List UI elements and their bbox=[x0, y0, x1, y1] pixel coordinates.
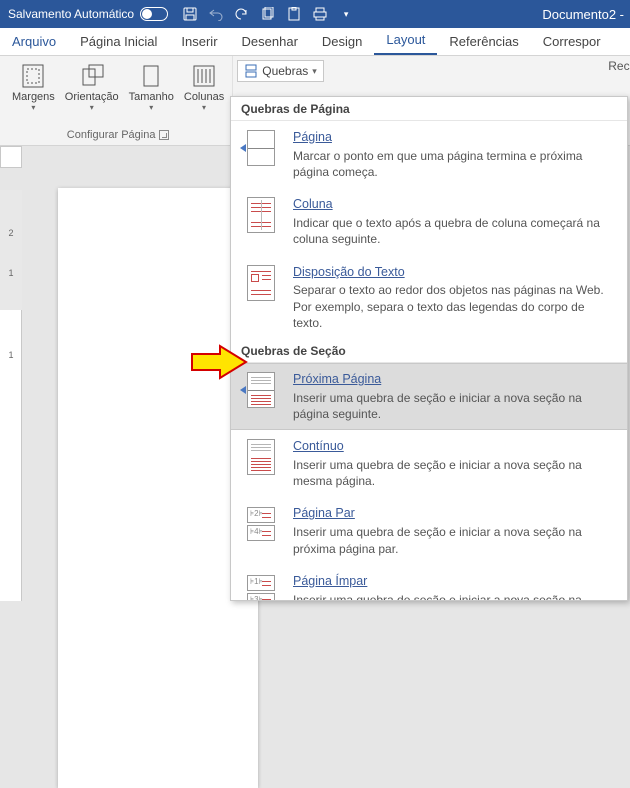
chevron-down-icon: ▾ bbox=[202, 103, 206, 112]
group-caption: Configurar Página bbox=[67, 129, 156, 141]
redo-icon[interactable] bbox=[234, 6, 250, 22]
section-break-odd-page[interactable]: ⊧1⊧ ⊧3⊧ Página Ímpar Inserir uma quebra … bbox=[231, 565, 627, 601]
menu-item-desc: Inserir uma quebra de seção e iniciar a … bbox=[293, 525, 582, 555]
menu-header-page-breaks: Quebras de Página bbox=[231, 97, 627, 121]
breaks-label: Quebras bbox=[262, 64, 308, 78]
menu-item-title: Contínuo bbox=[293, 438, 617, 455]
size-label: Tamanho bbox=[129, 92, 174, 103]
save-icon[interactable] bbox=[182, 6, 198, 22]
chevron-down-icon: ▾ bbox=[312, 66, 317, 77]
size-button[interactable]: Tamanho ▾ bbox=[125, 60, 178, 114]
dialog-launcher-icon[interactable] bbox=[159, 130, 169, 140]
section-break-even-page[interactable]: ⊧2⊧ ⊧4⊧ Página Par Inserir uma quebra de… bbox=[231, 497, 627, 564]
continuous-section-icon bbox=[241, 438, 281, 476]
orientation-icon bbox=[76, 62, 108, 90]
columns-button[interactable]: Colunas ▾ bbox=[180, 60, 228, 114]
menu-item-title: Próxima Página bbox=[293, 371, 617, 388]
menu-item-desc: Separar o texto ao redor dos objetos nas… bbox=[293, 283, 604, 329]
margins-button[interactable]: Margens ▾ bbox=[8, 60, 59, 114]
indent-group-label: Recuar bbox=[608, 59, 630, 73]
qat-caret-icon[interactable]: ▾ bbox=[338, 6, 354, 22]
menu-item-title: Página bbox=[293, 129, 617, 146]
menu-item-desc: Inserir uma quebra de seção e iniciar a … bbox=[293, 458, 582, 488]
page-setup-group: Margens ▾ Orientação ▾ Tamanho ▾ Colunas… bbox=[0, 56, 233, 145]
tab-home[interactable]: Página Inicial bbox=[68, 28, 169, 55]
menu-item-title: Disposição do Texto bbox=[293, 264, 617, 281]
document-title: Documento2 - bbox=[360, 7, 630, 22]
toggle-icon bbox=[140, 7, 168, 21]
ruler-corner bbox=[0, 146, 22, 168]
even-page-section-icon: ⊧2⊧ ⊧4⊧ bbox=[241, 505, 281, 543]
chevron-down-icon: ▾ bbox=[90, 103, 94, 112]
breaks-button[interactable]: Quebras ▾ bbox=[237, 60, 324, 82]
ribbon-tabs: Arquivo Página Inicial Inserir Desenhar … bbox=[0, 28, 630, 56]
page[interactable] bbox=[58, 188, 258, 788]
columns-icon bbox=[188, 62, 220, 90]
menu-item-title: Página Ímpar bbox=[293, 573, 617, 590]
columns-label: Colunas bbox=[184, 92, 224, 103]
menu-item-desc: Indicar que o texto após a quebra de col… bbox=[293, 216, 600, 246]
undo-history-icon[interactable] bbox=[260, 6, 276, 22]
undo-icon[interactable] bbox=[208, 6, 224, 22]
break-text-wrapping[interactable]: Disposição do Texto Separar o texto ao r… bbox=[231, 256, 627, 339]
tab-mail[interactable]: Correspor bbox=[531, 28, 613, 55]
ruler-tick: 1 bbox=[2, 268, 20, 278]
quickprint-icon[interactable] bbox=[312, 6, 328, 22]
tab-draw[interactable]: Desenhar bbox=[230, 28, 310, 55]
tab-design[interactable]: Design bbox=[310, 28, 374, 55]
margins-icon bbox=[17, 62, 49, 90]
break-column[interactable]: Coluna Indicar que o texto após a quebra… bbox=[231, 188, 627, 255]
column-break-icon bbox=[241, 196, 281, 234]
menu-item-title: Coluna bbox=[293, 196, 617, 213]
tab-layout[interactable]: Layout bbox=[374, 26, 437, 55]
chevron-down-icon: ▾ bbox=[31, 103, 35, 112]
breaks-menu: Quebras de Página Página Marcar o ponto … bbox=[230, 96, 628, 601]
orientation-button[interactable]: Orientação ▾ bbox=[61, 60, 123, 114]
autosave-label: Salvamento Automático bbox=[8, 7, 134, 21]
odd-page-section-icon: ⊧1⊧ ⊧3⊧ bbox=[241, 573, 281, 601]
menu-item-desc: Inserir uma quebra de seção e iniciar a … bbox=[293, 593, 582, 601]
page-break-icon bbox=[241, 129, 281, 167]
menu-item-desc: Inserir uma quebra de seção e iniciar a … bbox=[293, 391, 582, 421]
autosave-toggle[interactable]: Salvamento Automático bbox=[0, 7, 176, 21]
chevron-down-icon: ▾ bbox=[149, 103, 153, 112]
menu-header-section-breaks: Quebras de Seção bbox=[231, 339, 627, 363]
quick-access-toolbar: ▾ bbox=[176, 6, 360, 22]
paste-icon[interactable] bbox=[286, 6, 302, 22]
tab-insert[interactable]: Inserir bbox=[169, 28, 229, 55]
section-break-continuous[interactable]: Contínuo Inserir uma quebra de seção e i… bbox=[231, 430, 627, 497]
menu-item-title: Página Par bbox=[293, 505, 617, 522]
orientation-label: Orientação bbox=[65, 92, 119, 103]
tab-references[interactable]: Referências bbox=[437, 28, 530, 55]
title-bar: Salvamento Automático ▾ Documento2 - bbox=[0, 0, 630, 28]
vertical-ruler: 2 1 1 bbox=[0, 190, 22, 601]
size-icon bbox=[135, 62, 167, 90]
tab-file[interactable]: Arquivo bbox=[0, 28, 68, 55]
page-setup-group-label: Configurar Página bbox=[63, 127, 174, 143]
text-wrap-break-icon bbox=[241, 264, 281, 302]
ruler-tick: 2 bbox=[2, 228, 20, 238]
margins-label: Margens bbox=[12, 92, 55, 103]
callout-arrow-icon bbox=[190, 344, 250, 380]
break-page[interactable]: Página Marcar o ponto em que uma página … bbox=[231, 121, 627, 188]
section-break-next-page[interactable]: Próxima Página Inserir uma quebra de seç… bbox=[231, 363, 627, 430]
menu-item-desc: Marcar o ponto em que uma página termina… bbox=[293, 149, 582, 179]
ruler-tick: 1 bbox=[2, 350, 20, 360]
